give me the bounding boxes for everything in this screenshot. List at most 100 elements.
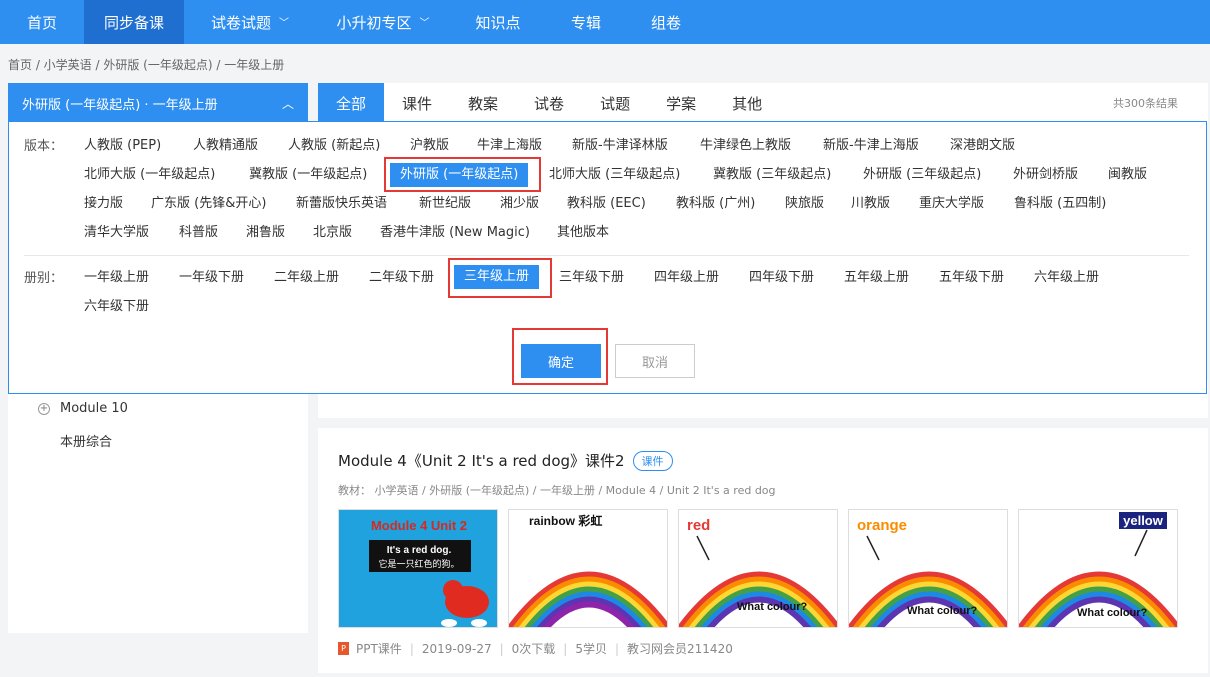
- edition-option[interactable]: 牛津绿色上教版: [700, 134, 791, 158]
- nav-knowledge[interactable]: 知识点: [450, 0, 546, 44]
- meta-type: PPT课件: [356, 642, 402, 656]
- volume-option[interactable]: 一年级下册: [179, 266, 244, 290]
- thumb-line1: It's a red dog.: [387, 545, 452, 556]
- edition-select[interactable]: 外研版 (一年级起点) · 一年级上册 ︿: [8, 83, 308, 123]
- edition-option[interactable]: 科普版: [179, 221, 218, 245]
- edition-option[interactable]: 香港牛津版 (New Magic): [380, 221, 530, 245]
- meta-coins: 5学贝: [575, 642, 607, 656]
- edition-option[interactable]: 深港朗文版: [950, 134, 1015, 158]
- ppt-icon: P: [338, 642, 349, 655]
- slide-preview-dog: Module 4 Unit 2 It's a red dog. 它是一只红色的狗…: [339, 510, 497, 627]
- resource-tabs: 全部 课件 教案 试卷 试题 学案 其他 共300条结果: [318, 83, 1208, 123]
- edition-option[interactable]: 教科版 (EEC): [567, 192, 646, 216]
- edition-option[interactable]: 冀教版 (一年级起点): [249, 163, 367, 187]
- edition-option[interactable]: 闽教版: [1108, 163, 1147, 187]
- edition-option[interactable]: 北师大版 (一年级起点): [84, 163, 215, 187]
- edition-option[interactable]: 新蕾版快乐英语: [296, 192, 387, 216]
- nav-exams[interactable]: 试卷试题 ﹀: [184, 0, 316, 44]
- thumbnail[interactable]: yellow What colour?: [1018, 509, 1178, 628]
- tab-courseware[interactable]: 课件: [384, 83, 450, 123]
- edition-option[interactable]: 陕旅版: [785, 192, 824, 216]
- nav-label: 组卷: [650, 13, 681, 32]
- result-count: 共300条结果: [1113, 97, 1178, 110]
- breadcrumb: 首页 / 小学英语 / 外研版 (一年级起点) / 一年级上册: [8, 58, 285, 72]
- edition-option[interactable]: 重庆大学版: [919, 192, 984, 216]
- tree-item-module10[interactable]: + Module 10: [38, 401, 128, 416]
- volume-option[interactable]: 三年级下册: [559, 266, 624, 290]
- edition-select-label: 外研版 (一年级起点) · 一年级上册: [22, 97, 218, 113]
- filter-panel: 版本： 人教版 (PEP) 人教精通版 人教版 (新起点) 沪教版 牛津上海版 …: [8, 121, 1207, 394]
- cancel-button[interactable]: 取消: [615, 344, 695, 378]
- card-title[interactable]: Module 4《Unit 2 It's a red dog》课件2 课件: [338, 450, 673, 471]
- tab-paper[interactable]: 试卷: [516, 83, 582, 123]
- edition-option[interactable]: 新版-牛津上海版: [823, 134, 919, 158]
- volume-row-label: 册别：: [24, 271, 64, 286]
- volume-option[interactable]: 五年级上册: [844, 266, 909, 290]
- edition-option[interactable]: 教科版 (广州): [676, 192, 755, 216]
- tab-lesson-plan[interactable]: 教案: [450, 83, 516, 123]
- edition-option[interactable]: 人教精通版: [193, 134, 258, 158]
- confirm-button[interactable]: 确定: [521, 344, 601, 378]
- nav-label: 专辑: [570, 13, 601, 32]
- volume-option-selected[interactable]: 三年级上册: [454, 265, 540, 289]
- edition-option[interactable]: 人教版 (PEP): [84, 134, 161, 158]
- tab-all[interactable]: 全部: [318, 83, 385, 123]
- volume-option[interactable]: 六年级下册: [84, 295, 149, 319]
- nav-compose[interactable]: 组卷: [626, 0, 706, 44]
- thumbnail[interactable]: rainbow 彩虹: [508, 509, 668, 628]
- thumbnail[interactable]: orange What colour?: [848, 509, 1008, 628]
- tab-other[interactable]: 其他: [714, 83, 780, 123]
- nav-label: 小升初专区: [336, 13, 412, 32]
- edition-option[interactable]: 湘鲁版: [246, 221, 285, 245]
- card-title-text[interactable]: Module 4《Unit 2 It's a red dog》课件2: [338, 450, 625, 471]
- nav-home[interactable]: 首页: [0, 0, 84, 44]
- edition-option[interactable]: 北京版: [313, 221, 352, 245]
- top-nav: 首页 同步备课 试卷试题 ﹀ 小升初专区 ﹀ 知识点 专辑 组卷: [0, 0, 1210, 44]
- edition-option[interactable]: 川教版: [851, 192, 890, 216]
- edition-option[interactable]: 北师大版 (三年级起点): [549, 163, 680, 187]
- edition-option[interactable]: 冀教版 (三年级起点): [713, 163, 831, 187]
- nav-sync-prep[interactable]: 同步备课: [84, 0, 184, 44]
- thumb-word: orange: [857, 517, 907, 534]
- edition-option-selected[interactable]: 外研版 (一年级起点): [390, 163, 529, 187]
- edition-option[interactable]: 清华大学版: [84, 221, 149, 245]
- tab-questions[interactable]: 试题: [582, 83, 648, 123]
- nav-xsc[interactable]: 小升初专区 ﹀: [316, 0, 450, 44]
- thumb-title: Module 4 Unit 2: [371, 518, 467, 533]
- thumb-question: What colour?: [737, 601, 808, 613]
- edition-option[interactable]: 人教版 (新起点): [288, 134, 380, 158]
- volume-option[interactable]: 二年级下册: [369, 266, 434, 290]
- type-badge: 课件: [632, 450, 673, 471]
- volume-option[interactable]: 二年级上册: [274, 266, 339, 290]
- nav-album[interactable]: 专辑: [546, 0, 626, 44]
- volume-option[interactable]: 五年级下册: [939, 266, 1004, 290]
- tree-item-comprehensive[interactable]: 本册综合: [60, 431, 112, 450]
- volume-option[interactable]: 四年级上册: [654, 266, 719, 290]
- tab-study-plan[interactable]: 学案: [648, 83, 714, 123]
- edition-option[interactable]: 其他版本: [557, 221, 609, 245]
- thumbnail[interactable]: Module 4 Unit 2 It's a red dog. 它是一只红色的狗…: [338, 509, 498, 628]
- edition-option[interactable]: 新版-牛津译林版: [572, 134, 668, 158]
- thumbnail[interactable]: red What colour?: [678, 509, 838, 628]
- slide-preview-orange: orange What colour?: [849, 517, 1007, 627]
- edition-option[interactable]: 沪教版: [410, 134, 449, 158]
- edition-option[interactable]: 新世纪版: [419, 192, 471, 216]
- expand-icon[interactable]: +: [38, 402, 50, 415]
- edition-option[interactable]: 牛津上海版: [477, 134, 542, 158]
- edition-option[interactable]: 湘少版: [500, 192, 539, 216]
- meta-author[interactable]: 教习网会员211420: [627, 640, 733, 657]
- edition-option[interactable]: 鲁科版 (五四制): [1014, 192, 1106, 216]
- volume-option[interactable]: 四年级下册: [749, 266, 814, 290]
- slide-preview-rainbow: rainbow 彩虹: [509, 513, 667, 627]
- edition-option[interactable]: 接力版: [84, 192, 123, 216]
- edition-option[interactable]: 广东版 (先锋&开心): [151, 192, 266, 216]
- volume-option[interactable]: 六年级上册: [1034, 266, 1099, 290]
- volume-option[interactable]: 一年级上册: [84, 266, 149, 290]
- edition-option[interactable]: 外研版 (三年级起点): [863, 163, 981, 187]
- edition-option[interactable]: 外研剑桥版: [1013, 163, 1078, 187]
- nav-label: 同步备课: [104, 13, 165, 32]
- divider: [24, 255, 1189, 256]
- meta-date: 2019-09-27: [421, 641, 492, 656]
- chevron-down-icon: ﹀: [279, 17, 289, 29]
- thumb-word: rainbow 彩虹: [529, 513, 602, 528]
